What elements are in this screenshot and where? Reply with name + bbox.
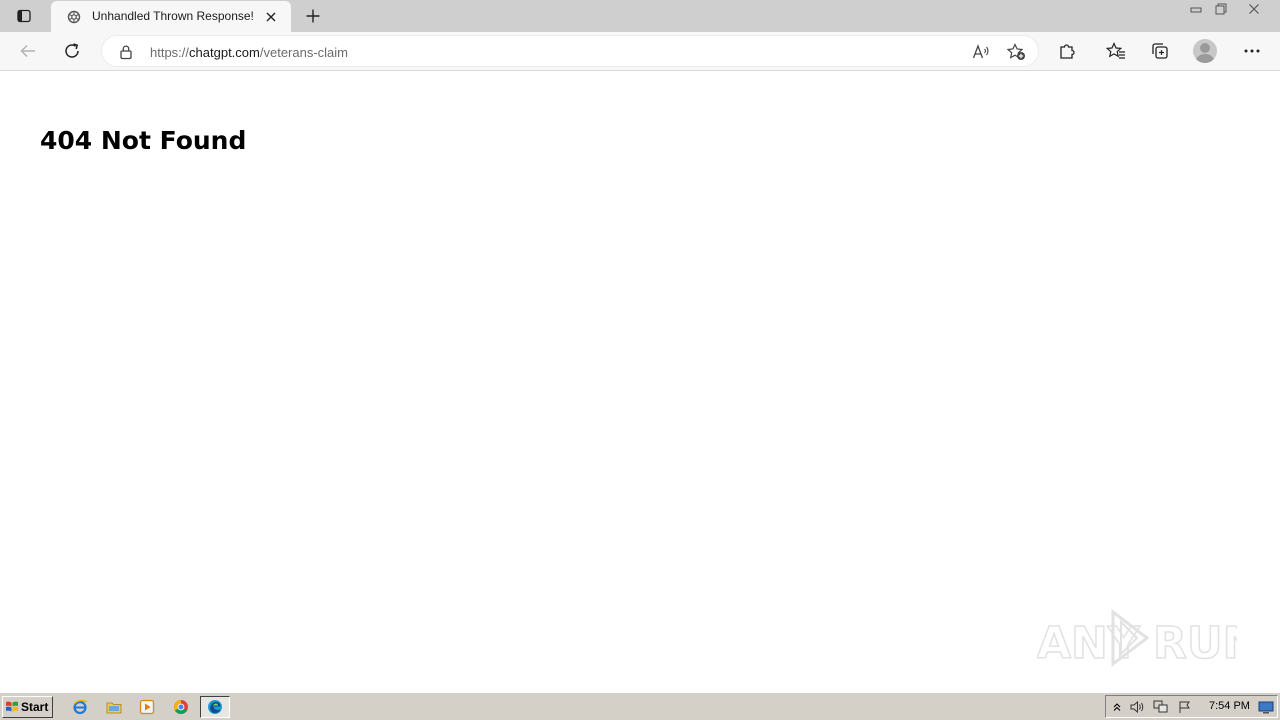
extensions-button[interactable]: [1052, 37, 1082, 65]
puzzle-icon: [1060, 44, 1075, 59]
tray-action-center-button[interactable]: [1176, 699, 1194, 715]
minimize-button[interactable]: [1183, 0, 1209, 18]
collections-button[interactable]: [1145, 37, 1175, 65]
browser-tab-strip: Unhandled Thrown Response!: [0, 0, 1280, 32]
url-host: chatgpt.com: [189, 45, 260, 60]
url-path: /veterans-claim: [259, 45, 348, 60]
internet-explorer-icon: [73, 699, 88, 715]
collections-icon: [1152, 43, 1168, 59]
flag-icon: [1179, 701, 1190, 713]
read-aloud-icon: [972, 44, 989, 59]
tray-network-button[interactable]: [1152, 699, 1170, 715]
anyrun-watermark-logo: ANY RUN: [1037, 608, 1237, 670]
taskbar-ie-button[interactable]: [70, 698, 90, 716]
window-close-button[interactable]: [1236, 0, 1272, 18]
back-arrow-icon: [20, 44, 35, 58]
edge-icon: [208, 700, 222, 714]
folder-icon: [106, 702, 122, 714]
system-tray: 7:54 PM: [1105, 695, 1278, 718]
taskbar-chrome-button[interactable]: [171, 698, 191, 716]
chrome-icon: [174, 700, 188, 714]
avatar-body: [1196, 54, 1214, 63]
page-heading: 404 Not Found: [40, 126, 247, 155]
read-aloud-button[interactable]: [968, 41, 994, 63]
desktop-icon: [1258, 701, 1274, 714]
tab-close-button[interactable]: [262, 8, 280, 26]
url-text[interactable]: https://chatgpt.com/veterans-claim: [150, 45, 348, 60]
more-dots-icon: [1244, 49, 1260, 53]
profile-avatar[interactable]: [1193, 39, 1217, 63]
start-label: Start: [21, 700, 49, 714]
taskbar-media-player-button[interactable]: [137, 698, 157, 716]
favorites-button[interactable]: [1101, 37, 1131, 65]
openai-favicon-icon: [67, 10, 81, 24]
minimize-icon: [1190, 7, 1202, 13]
new-tab-button[interactable]: [300, 4, 326, 28]
refresh-button[interactable]: [57, 37, 87, 65]
page-content: 404 Not Found ANY RUN: [0, 72, 1280, 692]
tab-actions-icon: [17, 9, 31, 23]
taskbar-explorer-button[interactable]: [104, 698, 124, 716]
media-player-icon: [139, 699, 155, 715]
active-tab[interactable]: Unhandled Thrown Response!: [51, 1, 291, 32]
url-scheme: https://: [150, 45, 190, 60]
add-favorite-button[interactable]: [1003, 41, 1029, 63]
show-desktop-button[interactable]: [1257, 699, 1275, 715]
back-button[interactable]: [13, 37, 43, 65]
tray-volume-button[interactable]: [1128, 699, 1146, 715]
tab-actions-button[interactable]: [10, 4, 38, 28]
address-bar[interactable]: https://chatgpt.com/veterans-claim: [101, 35, 1039, 67]
restore-icon: [1215, 3, 1227, 15]
taskbar-edge-button[interactable]: [200, 696, 230, 718]
windows-logo-icon: [6, 701, 18, 712]
settings-more-button[interactable]: [1237, 37, 1267, 65]
star-add-icon: [1006, 43, 1025, 60]
watermark-right-text: RUN: [1153, 618, 1237, 669]
close-icon: [1249, 4, 1259, 14]
show-hidden-icons-button[interactable]: [1108, 699, 1126, 715]
plus-icon: [306, 9, 320, 23]
network-icon: [1153, 700, 1168, 713]
favorites-icon: [1106, 42, 1125, 59]
taskbar: Start 7:54 PM: [0, 692, 1280, 720]
speaker-icon: [1130, 700, 1144, 714]
start-button[interactable]: Start: [2, 696, 53, 718]
browser-toolbar: https://chatgpt.com/veterans-claim: [0, 32, 1280, 71]
refresh-icon: [65, 43, 79, 58]
avatar-head: [1200, 43, 1210, 53]
restore-button[interactable]: [1208, 0, 1234, 18]
chevron-up-icon: [1113, 703, 1121, 711]
close-icon: [266, 12, 276, 22]
lock-icon[interactable]: [119, 44, 133, 60]
tab-title: Unhandled Thrown Response!: [92, 9, 254, 23]
taskbar-clock[interactable]: 7:54 PM: [1209, 700, 1250, 712]
